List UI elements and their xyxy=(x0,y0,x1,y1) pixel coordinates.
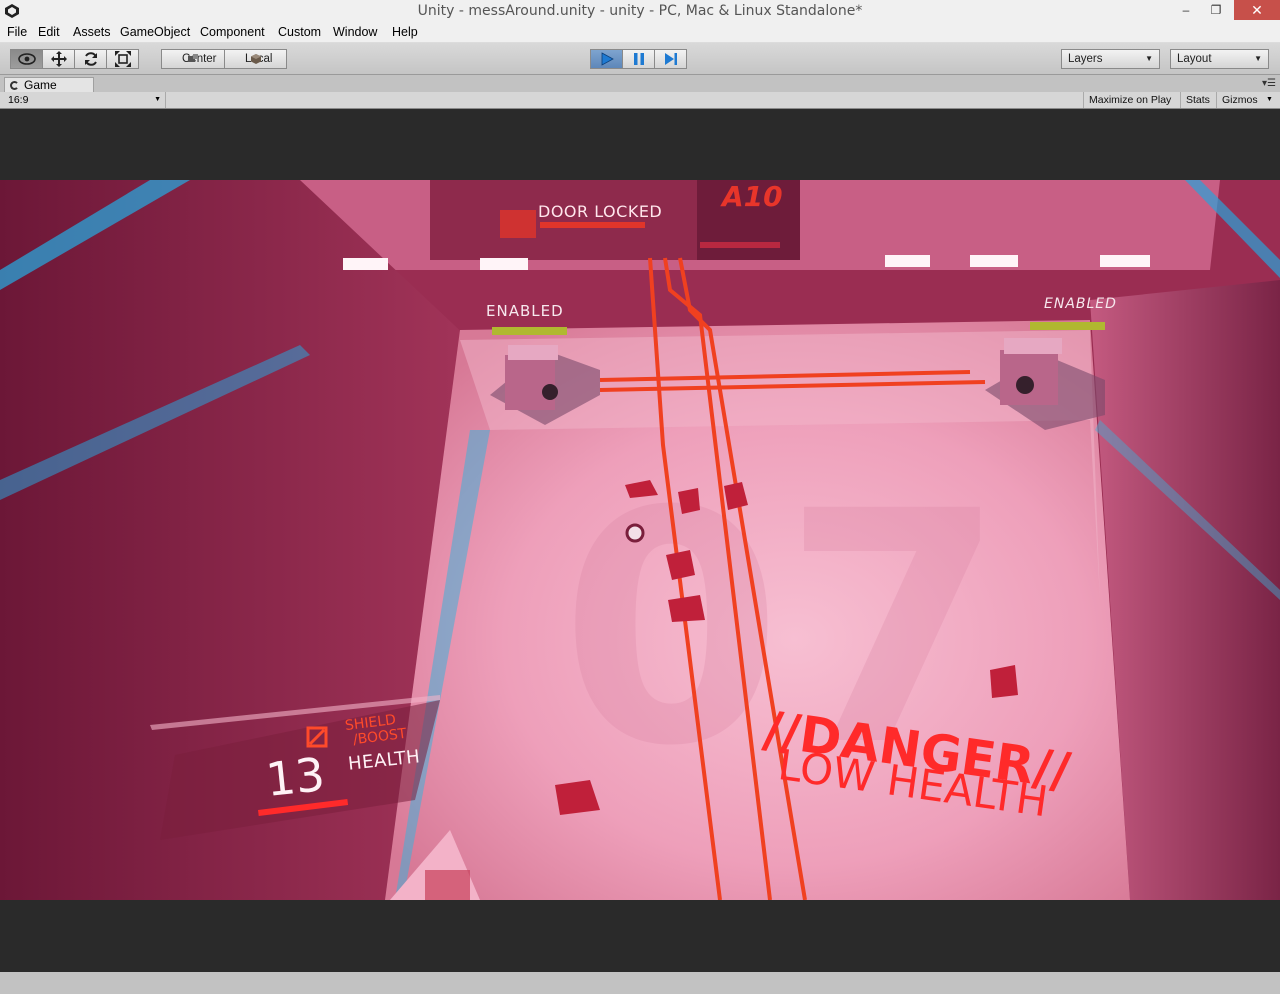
move-arrows-icon xyxy=(50,51,67,67)
pivot-mode-button[interactable]: Center xyxy=(161,49,225,69)
chevron-down-icon: ▼ xyxy=(1145,54,1153,63)
window-titlebar: Unity - messAround.unity - unity - PC, M… xyxy=(0,0,1280,22)
main-toolbar: Center Local Layers ▼ Layout ▼ xyxy=(0,43,1280,75)
room-code-text: A10 xyxy=(722,180,783,213)
layers-dropdown[interactable]: Layers ▼ xyxy=(1061,49,1160,69)
tab-game[interactable]: Game xyxy=(4,77,94,93)
pause-button[interactable] xyxy=(622,49,655,69)
menu-help[interactable]: Help xyxy=(392,25,418,39)
menu-custom[interactable]: Custom xyxy=(278,25,321,39)
pivot-rotation-button[interactable]: Local xyxy=(224,49,287,69)
left-terminal-status: ENABLED xyxy=(486,302,564,320)
layers-dropdown-label: Layers xyxy=(1068,53,1103,65)
scale-icon xyxy=(114,51,131,67)
window-title: Unity - messAround.unity - unity - PC, M… xyxy=(417,3,863,19)
health-value: 13 xyxy=(263,747,328,807)
aspect-ratio-dropdown[interactable]: 16:9 ▼ xyxy=(4,92,166,108)
view-tool-button[interactable] xyxy=(10,49,43,69)
chevron-down-icon: ▼ xyxy=(1266,96,1273,103)
menu-bar: File Edit Assets GameObject Component Cu… xyxy=(0,22,1280,43)
pivot-center-icon xyxy=(188,54,198,62)
close-button[interactable]: ✕ xyxy=(1234,0,1280,20)
rotate-tool-button[interactable] xyxy=(74,49,107,69)
playback-controls xyxy=(590,49,687,69)
menu-assets[interactable]: Assets xyxy=(73,25,111,39)
game-scene[interactable]: 07 DOOR LOCKED A10 ENABLED ENABLED SHIEL… xyxy=(0,180,1280,900)
rotate-icon xyxy=(84,52,97,66)
gizmos-dropdown[interactable]: Gizmos xyxy=(1216,92,1263,108)
game-view-toolbar: 16:9 ▼ Maximize on Play Stats Gizmos ▼ xyxy=(0,92,1280,109)
chevron-down-icon: ▼ xyxy=(1254,54,1262,63)
eye-icon xyxy=(17,53,36,65)
menu-gameobject[interactable]: GameObject xyxy=(120,25,190,39)
right-terminal-status: ENABLED xyxy=(1044,296,1117,312)
move-tool-button[interactable] xyxy=(42,49,75,69)
maximize-on-play-toggle[interactable]: Maximize on Play xyxy=(1083,92,1176,108)
step-button[interactable] xyxy=(654,49,687,69)
game-tab-label: Game xyxy=(24,78,57,92)
status-bar xyxy=(0,972,1280,994)
local-cube-icon xyxy=(250,54,261,64)
chevron-down-icon: ▼ xyxy=(154,96,161,103)
transform-tools xyxy=(10,49,139,69)
minimize-button[interactable]: ‒ xyxy=(1172,0,1200,20)
play-icon xyxy=(601,52,614,66)
pause-icon xyxy=(633,53,644,65)
aspect-ratio-value: 16:9 xyxy=(8,94,29,106)
layout-dropdown-label: Layout xyxy=(1177,53,1212,65)
panel-menu-icon[interactable]: ▾☰ xyxy=(1262,78,1276,89)
menu-component[interactable]: Component xyxy=(200,25,265,39)
menu-window[interactable]: Window xyxy=(333,25,377,39)
game-viewport[interactable]: 07 DOOR LOCKED A10 ENABLED ENABLED SHIEL… xyxy=(0,109,1280,972)
layout-dropdown[interactable]: Layout ▼ xyxy=(1170,49,1269,69)
door-status-text: DOOR LOCKED xyxy=(538,202,663,221)
menu-file[interactable]: File xyxy=(7,25,27,39)
stats-toggle[interactable]: Stats xyxy=(1180,92,1215,108)
scale-tool-button[interactable] xyxy=(106,49,139,69)
game-tab-icon xyxy=(10,81,19,90)
game-render: 07 xyxy=(0,180,1280,900)
play-button[interactable] xyxy=(590,49,623,69)
maximize-button[interactable]: ❐ xyxy=(1202,0,1230,20)
panel-tabstrip: Game ▾☰ xyxy=(0,75,1280,93)
step-forward-icon xyxy=(664,53,677,65)
menu-edit[interactable]: Edit xyxy=(38,25,60,39)
